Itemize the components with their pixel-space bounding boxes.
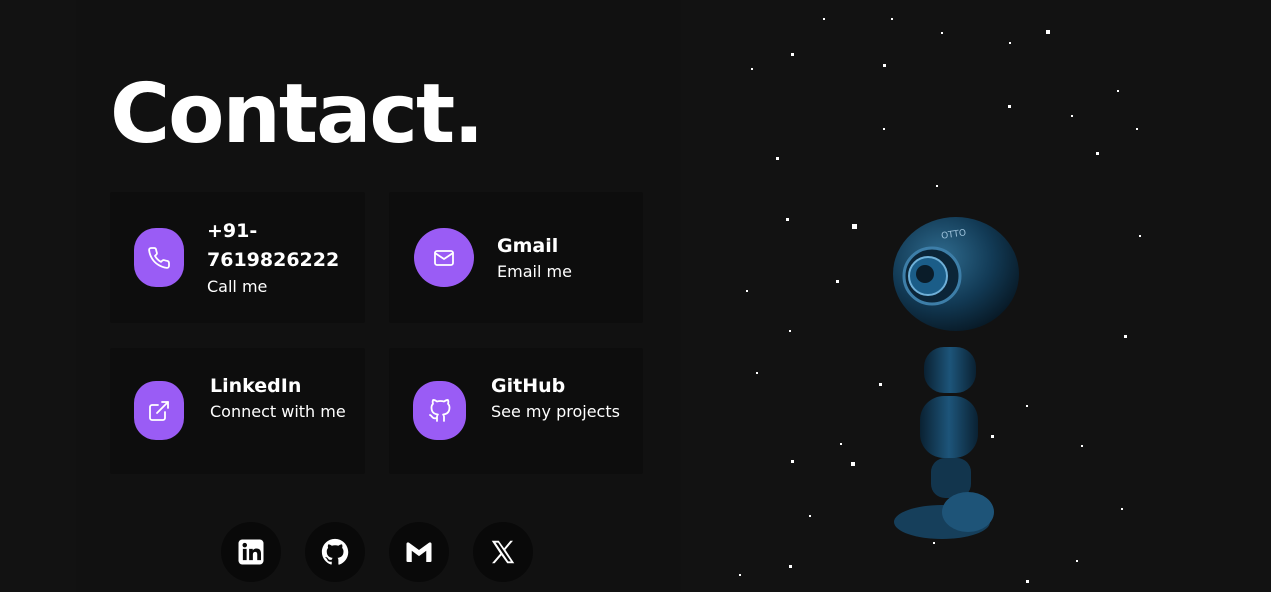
star xyxy=(1026,580,1029,583)
social-gmail-button[interactable] xyxy=(389,522,449,582)
robot-illustration: OTTO xyxy=(893,217,1019,539)
star xyxy=(791,53,794,56)
card-subtitle-github: See my projects xyxy=(491,402,620,421)
star xyxy=(789,565,792,568)
contact-card-github[interactable]: GitHub See my projects xyxy=(389,348,643,474)
social-github-button[interactable] xyxy=(305,522,365,582)
card-subtitle-linkedin: Connect with me xyxy=(210,402,346,421)
star xyxy=(1136,128,1138,130)
gmail-icon xyxy=(406,542,432,562)
star xyxy=(1009,42,1011,44)
contact-card-gmail[interactable]: Gmail Email me xyxy=(389,192,643,323)
card-title-linkedin: LinkedIn xyxy=(210,375,302,397)
card-subtitle-phone: Call me xyxy=(207,277,268,296)
space-scene: OTTO xyxy=(681,0,1271,592)
star xyxy=(786,218,789,221)
github-icon xyxy=(413,381,466,440)
mail-icon xyxy=(414,228,474,287)
card-title-github: GitHub xyxy=(491,375,566,397)
star xyxy=(1026,405,1028,407)
linkedin-icon xyxy=(238,539,264,565)
star xyxy=(941,32,943,34)
page-title: Contact. xyxy=(110,67,484,162)
star xyxy=(776,157,779,160)
star xyxy=(1008,105,1011,108)
star xyxy=(746,290,748,292)
star xyxy=(840,443,842,445)
x-icon xyxy=(491,540,515,564)
star xyxy=(809,515,811,517)
star xyxy=(883,64,886,67)
star xyxy=(756,372,758,374)
star xyxy=(751,68,753,70)
star xyxy=(1117,90,1119,92)
star xyxy=(1124,335,1127,338)
external-link-icon xyxy=(134,381,184,440)
card-title-phone: +91-7619826222 xyxy=(207,220,340,271)
star xyxy=(936,185,938,187)
star xyxy=(1121,508,1123,510)
star xyxy=(791,460,794,463)
contact-page: Contact. +91-7619826222 Call me Gmail Em… xyxy=(0,0,1271,592)
github-icon xyxy=(321,538,349,565)
contact-card-linkedin[interactable]: LinkedIn Connect with me xyxy=(110,348,365,474)
star xyxy=(852,224,857,229)
star xyxy=(1076,560,1078,562)
star xyxy=(1081,445,1083,447)
star xyxy=(1046,30,1050,34)
star xyxy=(1139,235,1141,237)
card-subtitle-gmail: Email me xyxy=(497,262,572,281)
star xyxy=(1096,152,1099,155)
social-linkedin-button[interactable] xyxy=(221,522,281,582)
star xyxy=(891,18,893,20)
star xyxy=(883,128,885,130)
social-x-button[interactable] xyxy=(473,522,533,582)
star xyxy=(823,18,825,20)
star xyxy=(1071,115,1073,117)
card-title-gmail: Gmail xyxy=(497,235,559,257)
star xyxy=(836,280,839,283)
star xyxy=(789,330,791,332)
star xyxy=(851,462,855,466)
phone-icon xyxy=(134,228,184,287)
contact-card-phone[interactable]: +91-7619826222 Call me xyxy=(110,192,365,323)
star xyxy=(739,574,741,576)
